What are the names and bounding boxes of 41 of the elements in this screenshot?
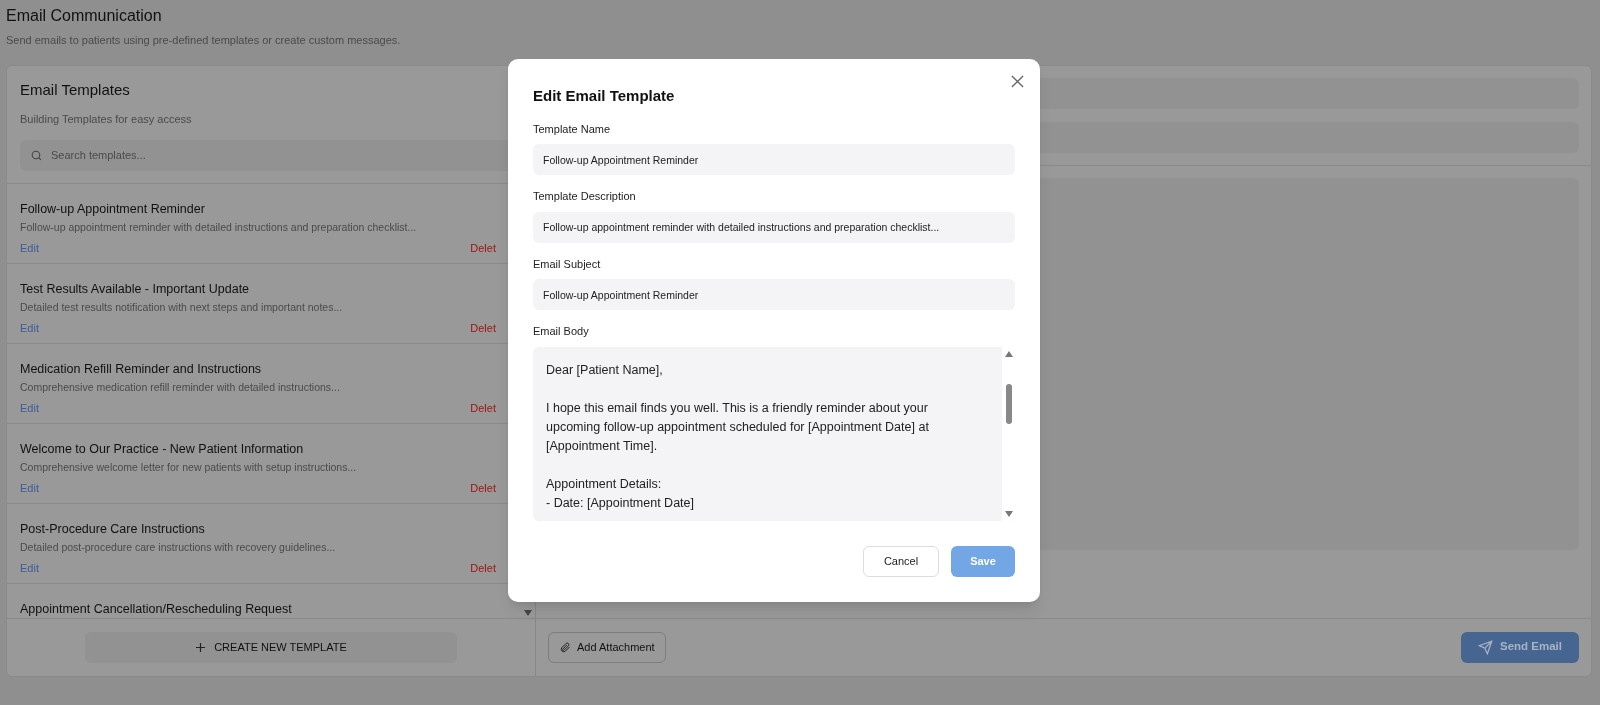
template-title[interactable]: Test Results Available - Important Update [20,279,250,299]
body-text: I hope this email finds you well. This is a friendly reminder about your upcoming follow-up appointment scheduled for [Appointment Date] at [Appointment Time]. [546,399,930,455]
close-button[interactable] [1009,73,1025,89]
body-text: Appointment Details: [546,475,663,493]
template-description: Comprehensive welcome letter for new patients with setup instructions... [20,460,357,476]
text-field[interactable]: Follow-up appointment reminder with detailed instructions and preparation checklist... [533,211,1015,243]
page-title: Email Communication [6,6,162,26]
panel-subtitle: Building Templates for easy access [20,112,192,127]
field-label: Email Body [533,324,589,339]
send-icon [1478,639,1493,655]
template-description: Detailed test results notification with next steps and important notes... [20,300,343,316]
panel-title: Email Templates [20,79,130,100]
field-label: Template Name [533,121,611,137]
body-text: - Date: [Appointment Date] [546,494,695,512]
search-input[interactable]: Search templates... [51,146,512,164]
scroll-down-icon[interactable] [1004,510,1013,517]
template-description: Detailed post-procedure care instructions with recovery guidelines... [20,540,336,556]
add-attachment-button[interactable]: Add Attachment [548,631,666,663]
template-description: Comprehensive medication refill reminder with detailed instructions... [20,380,340,396]
template-title[interactable]: Follow-up Appointment Reminder [20,199,205,219]
close-icon [1010,74,1024,88]
template-title[interactable]: Post-Procedure Care Instructions [20,519,205,539]
field-label: Email Subject [533,256,601,272]
page-subtitle: Send emails to patients using pre-defined templates or create custom messages. [6,33,401,48]
scroll-up-icon[interactable] [1004,350,1013,357]
template-title[interactable]: Medication Refill Reminder and Instructions [20,359,262,379]
template-description: Follow-up appointment reminder with detailed instructions and preparation checklist... [20,220,417,236]
field-label: Template Description [533,189,636,204]
email-body-field[interactable] [533,346,1015,521]
create-template-button[interactable]: CREATE NEW TEMPLATE [85,631,457,663]
body-text: Dear [Patient Name], [546,361,664,379]
scroll-down-icon[interactable] [524,609,532,616]
paperclip-icon [559,641,571,653]
plus-icon [195,641,207,653]
template-title[interactable]: Appointment Cancellation/Rescheduling Request [20,599,292,618]
dialog-title: Edit Email Template [533,86,675,106]
cancel-button[interactable]: Cancel [863,545,939,577]
text-field[interactable]: Follow-up Appointment Reminder [533,144,1015,175]
search-icon [30,148,43,162]
template-title[interactable]: Welcome to Our Practice - New Patient Information [20,439,304,459]
text-field[interactable]: Follow-up Appointment Reminder [533,279,1015,310]
